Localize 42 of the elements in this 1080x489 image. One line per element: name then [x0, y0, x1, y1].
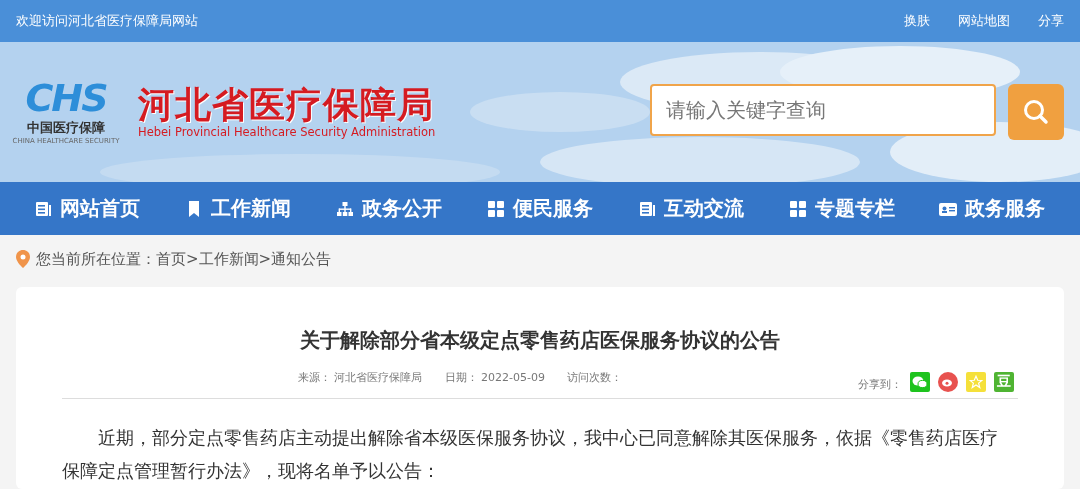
- article-meta: 来源： 河北省医疗保障局: [298, 369, 423, 385]
- logo-text: 中国医疗保障: [27, 119, 105, 137]
- article-title: 关于解除部分省本级定点零售药店医保服务协议的公告: [299, 327, 781, 354]
- site-name: 河北省医疗保障局: [138, 85, 435, 125]
- search-button[interactable]: [1008, 84, 1064, 140]
- breadcrumb-link[interactable]: 通知公告: [271, 249, 332, 269]
- welcome-text: 欢迎访问河北省医疗保障局网站: [16, 12, 198, 30]
- top-link[interactable]: 换肤: [904, 12, 930, 30]
- site-name-english: Hebei Provincial Healthcare Security Administration: [138, 124, 436, 139]
- share-label: 分享到：: [858, 376, 902, 392]
- nav-item[interactable]: 工作新闻: [185, 195, 292, 222]
- wechat-share-button[interactable]: [910, 372, 930, 392]
- grid-icon: [486, 199, 505, 218]
- document-icon: [637, 199, 656, 218]
- article-meta: 日期： 2022-05-09: [444, 369, 545, 385]
- nav-item[interactable]: 便民服务: [486, 195, 593, 222]
- star-share-button[interactable]: [966, 372, 986, 392]
- location-pin-icon: [16, 250, 30, 268]
- breadcrumb-separator: >: [258, 250, 272, 268]
- sitemap-icon: [336, 199, 355, 218]
- logo-mark: CHS: [25, 79, 107, 117]
- top-link[interactable]: 分享: [1038, 12, 1064, 30]
- grid-icon: [788, 199, 807, 218]
- document-icon: [34, 199, 53, 218]
- chat-bubbles-icon: [912, 375, 928, 389]
- breadcrumb-link[interactable]: 首页: [156, 249, 186, 269]
- breadcrumb-link[interactable]: 工作新闻: [198, 249, 259, 269]
- nav-item[interactable]: 政务服务: [939, 195, 1046, 222]
- article-meta: 访问次数：: [566, 369, 622, 385]
- weibo-share-button[interactable]: [938, 372, 958, 392]
- search-icon: [1022, 98, 1050, 126]
- nav-item[interactable]: 网站首页: [34, 195, 141, 222]
- star-icon: [969, 375, 983, 389]
- top-link[interactable]: 网站地图: [958, 12, 1010, 30]
- search-field[interactable]: 请输入关键字查询: [650, 84, 996, 136]
- breadcrumb-label: 您当前所在位置：: [36, 249, 156, 269]
- nav-item[interactable]: 专题专栏: [788, 195, 895, 222]
- nav-item[interactable]: 政务公开: [336, 195, 443, 222]
- article-paragraph: 近期，部分定点零售药店主动提出解除省本级医保服务协议，我中心已同意解除其医保服务，依据《零售药店医疗保障定点管理暂行办法》，现将名单予以公告：: [62, 426, 999, 483]
- douban-share-button[interactable]: 豆: [994, 372, 1014, 392]
- nav-item[interactable]: 互动交流: [637, 195, 744, 222]
- breadcrumb-separator: >: [186, 250, 199, 268]
